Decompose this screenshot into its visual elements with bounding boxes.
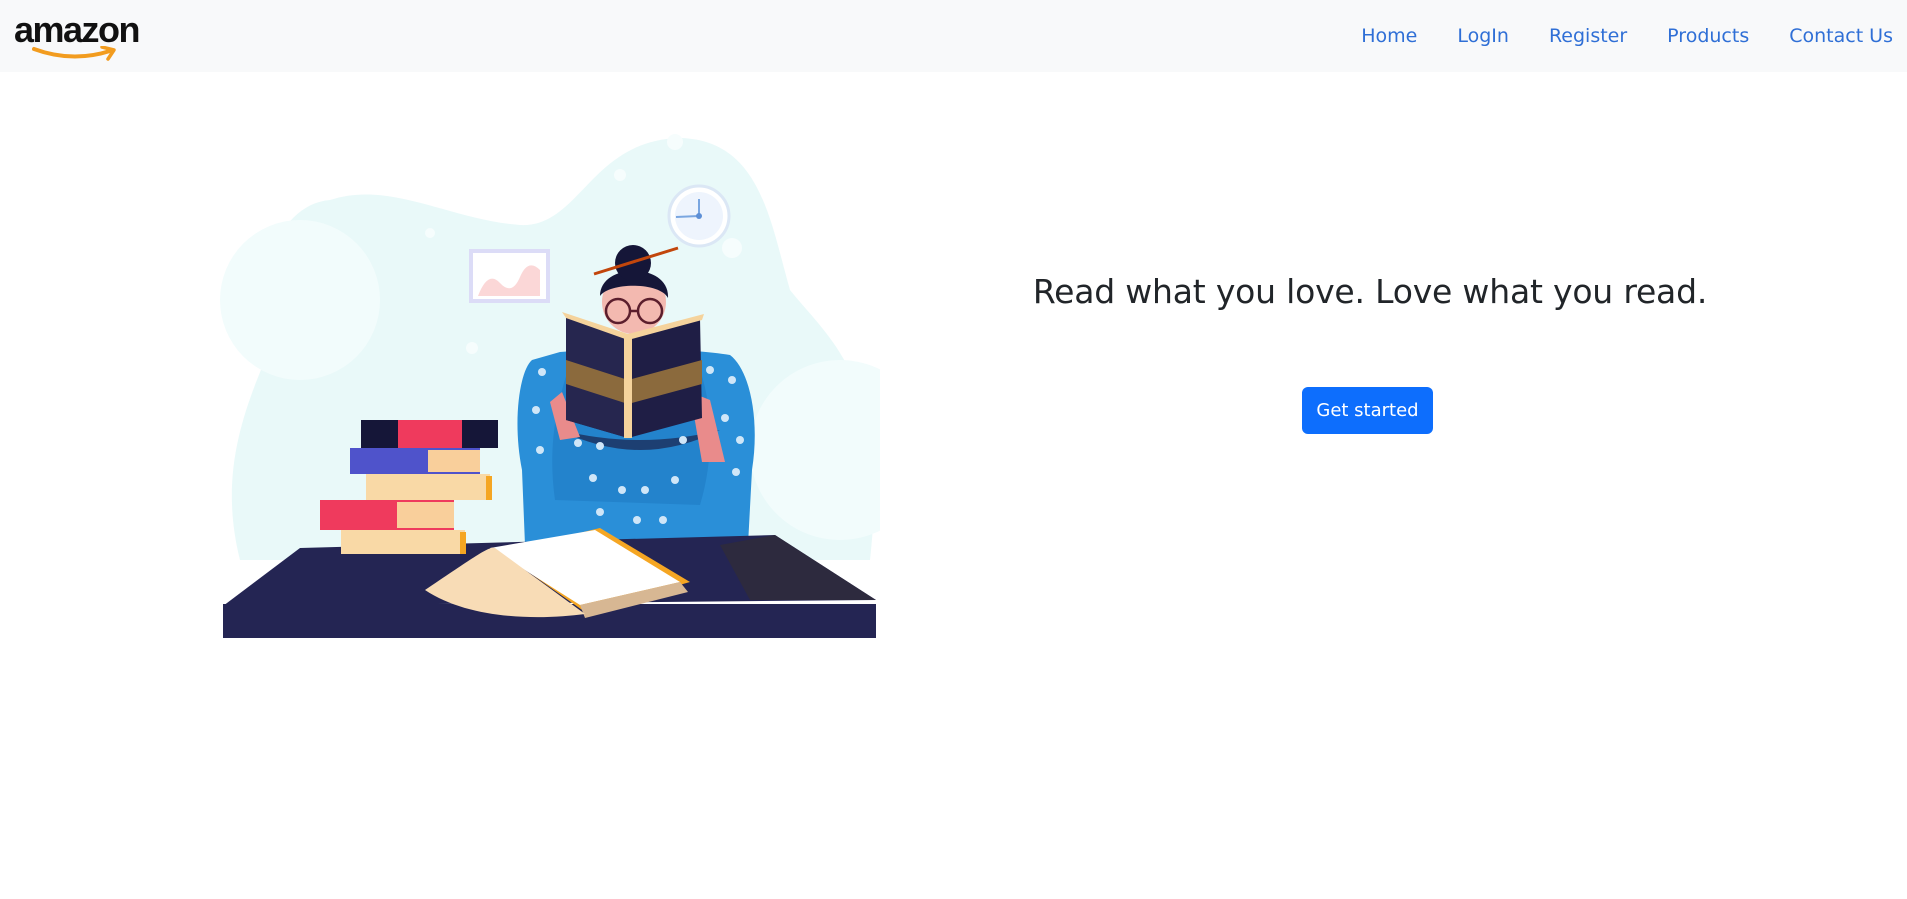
nav-link-contact-us[interactable]: Contact Us: [1789, 25, 1893, 47]
woman-reading-book-illustration: [220, 134, 880, 638]
nav-link-register[interactable]: Register: [1549, 25, 1627, 47]
nav-links: Home LogIn Register Products Contact Us: [1321, 0, 1893, 72]
get-started-button[interactable]: Get started: [1302, 387, 1433, 434]
amazon-smile-icon: [32, 46, 116, 61]
nav-link-home[interactable]: Home: [1361, 25, 1417, 47]
brand-logo-text: amazon: [14, 9, 141, 50]
navbar: amazon Home LogIn Register Products Cont…: [0, 0, 1907, 72]
picture-frame-icon: [469, 249, 550, 303]
hero-headline: Read what you love. Love what you read.: [1032, 272, 1708, 311]
nav-link-products[interactable]: Products: [1667, 25, 1749, 47]
brand-logo[interactable]: amazon: [14, 9, 144, 61]
wall-clock-icon: [667, 184, 731, 248]
nav-link-login[interactable]: LogIn: [1457, 25, 1509, 47]
